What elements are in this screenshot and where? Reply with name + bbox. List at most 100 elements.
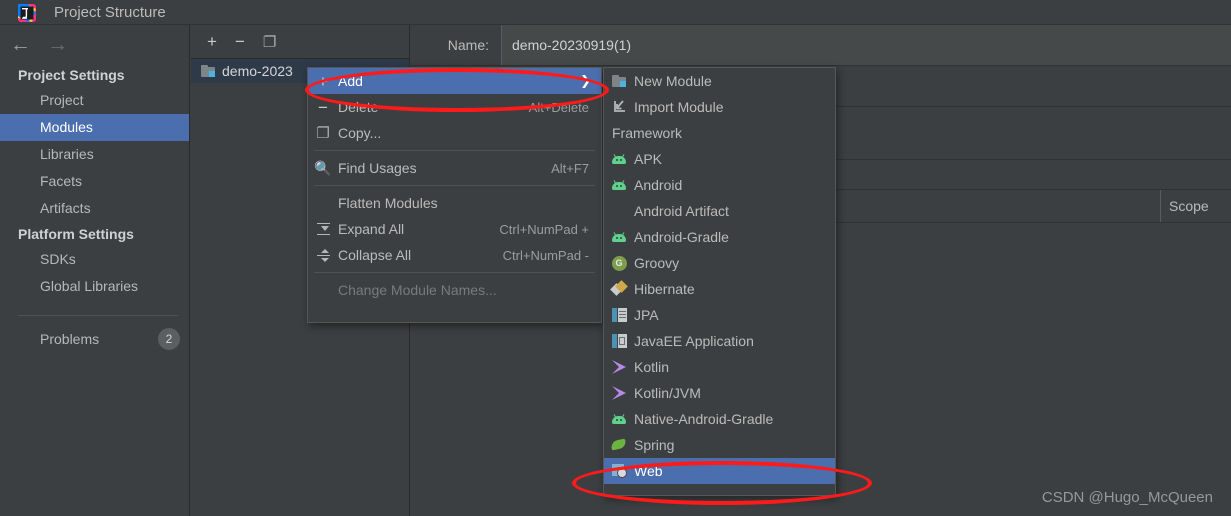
menu-item-change-module-names: Change Module Names...	[308, 277, 601, 303]
submenu-item-label: Android Artifact	[634, 203, 729, 219]
menu-item-shortcut: Ctrl+NumPad -	[502, 247, 589, 263]
android-icon	[604, 413, 634, 425]
menu-item-label: Delete	[338, 99, 379, 115]
menu-separator	[314, 272, 595, 273]
jpa-icon	[604, 308, 634, 322]
problems-count-badge: 2	[158, 328, 180, 350]
submenu-item-label: Import Module	[634, 99, 724, 115]
menu-item-expand-all[interactable]: Expand All Ctrl+NumPad +	[308, 216, 601, 242]
add-submenu: New Module Import Module Framework APK A…	[603, 67, 836, 496]
submenu-item-spring[interactable]: Spring	[604, 432, 835, 458]
modules-toolbar: + − ❐	[191, 25, 410, 58]
minus-icon: −	[318, 97, 328, 117]
submenu-item-web[interactable]: Web	[604, 458, 835, 484]
menu-item-label: Collapse All	[338, 247, 412, 263]
submenu-item-hibernate[interactable]: Hibernate	[604, 276, 835, 302]
tree-node-label: demo-2023	[222, 63, 293, 79]
submenu-item-import-module[interactable]: Import Module	[604, 94, 835, 120]
menu-item-collapse-all[interactable]: Collapse All Ctrl+NumPad -	[308, 242, 601, 268]
sidebar-item-global-libraries[interactable]: Global Libraries	[0, 273, 190, 300]
menu-item-label: Flatten Modules	[338, 195, 438, 211]
copy-module-button[interactable]: ❐	[263, 33, 276, 51]
android-icon	[604, 153, 634, 165]
menu-item-label: Add	[338, 73, 363, 89]
sidebar-divider	[18, 315, 178, 316]
submenu-item-javaee-application[interactable]: JavaEE Application	[604, 328, 835, 354]
menu-item-delete[interactable]: − Delete Alt+Delete	[308, 94, 601, 120]
sidebar-nav-bar: ← →	[0, 25, 190, 63]
submenu-item-label: Groovy	[634, 255, 680, 271]
submenu-item-kotlin[interactable]: Kotlin	[604, 354, 835, 380]
submenu-item-jpa[interactable]: JPA	[604, 302, 835, 328]
menu-item-flatten-modules[interactable]: Flatten Modules	[308, 190, 601, 216]
javaee-icon	[604, 334, 634, 348]
submenu-item-label: Android	[634, 177, 683, 193]
sidebar-group-project-settings: Project Settings	[18, 67, 125, 83]
submenu-header-framework: Framework	[612, 125, 683, 141]
window-title-bar: Project Structure	[0, 0, 1231, 25]
module-folder-icon	[201, 64, 216, 78]
menu-item-label: Find Usages	[338, 160, 417, 176]
submenu-item-label: Spring	[634, 437, 675, 453]
submenu-item-apk[interactable]: APK	[604, 146, 835, 172]
menu-separator	[314, 185, 595, 186]
table-column-scope[interactable]: Scope	[1161, 198, 1231, 214]
add-module-button[interactable]: +	[207, 33, 217, 50]
kotlin-icon	[604, 360, 634, 374]
submenu-item-label: Kotlin	[634, 359, 670, 375]
sidebar-right-edge	[189, 25, 190, 516]
android-icon	[604, 231, 634, 243]
module-folder-icon	[604, 74, 634, 88]
submenu-item-label: Kotlin/JVM	[634, 385, 701, 401]
sidebar-item-sdks[interactable]: SDKs	[0, 246, 190, 273]
menu-item-label: Copy...	[338, 125, 382, 141]
sidebar-item-artifacts[interactable]: Artifacts	[0, 195, 190, 222]
menu-item-shortcut: Alt+F7	[551, 160, 589, 176]
remove-module-button[interactable]: −	[235, 33, 245, 50]
module-context-menu: + Add ❯ − Delete Alt+Delete ❐ Copy... 🔍 …	[307, 67, 602, 323]
sidebar-item-facets[interactable]: Facets	[0, 168, 190, 195]
copy-icon: ❐	[316, 125, 330, 142]
sidebar-item-project[interactable]: Project	[0, 87, 190, 114]
expand-all-icon	[308, 222, 338, 236]
submenu-item-android-artifact[interactable]: Android Artifact	[604, 198, 835, 224]
sidebar-group-platform-settings: Platform Settings	[18, 226, 134, 242]
web-icon	[604, 464, 634, 478]
submenu-item-native-android-gradle[interactable]: Native-Android-Gradle	[604, 406, 835, 432]
menu-item-shortcut: Alt+Delete	[528, 99, 589, 115]
kotlin-icon	[604, 386, 634, 400]
spring-icon	[604, 438, 634, 451]
sidebar-item-problems[interactable]: Problems 2	[0, 324, 190, 354]
submenu-item-label: Native-Android-Gradle	[634, 411, 774, 427]
watermark-text: CSDN @Hugo_McQueen	[1041, 489, 1213, 506]
groovy-icon: G	[604, 255, 634, 271]
submenu-item-android[interactable]: Android	[604, 172, 835, 198]
menu-item-copy[interactable]: ❐ Copy...	[308, 120, 601, 146]
android-icon	[604, 179, 634, 191]
sidebar-item-modules[interactable]: Modules	[0, 114, 190, 141]
menu-item-add[interactable]: + Add ❯	[308, 68, 601, 94]
submenu-item-android-gradle[interactable]: Android-Gradle	[604, 224, 835, 250]
submenu-item-label: JPA	[634, 307, 659, 323]
submenu-item-label: Hibernate	[634, 281, 695, 297]
submenu-item-kotlin-jvm[interactable]: Kotlin/JVM	[604, 380, 835, 406]
arrow-left-icon[interactable]: ←	[10, 34, 31, 55]
submenu-item-label: JavaEE Application	[634, 333, 754, 349]
menu-item-find-usages[interactable]: 🔍 Find Usages Alt+F7	[308, 155, 601, 181]
plus-icon: +	[318, 71, 328, 91]
module-name-input[interactable]: demo-20230919(1)	[501, 25, 1231, 65]
module-name-row: Name: demo-20230919(1)	[411, 25, 1231, 65]
submenu-item-groovy[interactable]: G Groovy	[604, 250, 835, 276]
submenu-item-new-module[interactable]: New Module	[604, 68, 835, 94]
settings-sidebar: ← → Project Settings Project Modules Lib…	[0, 25, 190, 516]
chevron-right-icon: ❯	[580, 73, 591, 88]
menu-item-label: Expand All	[338, 221, 405, 237]
arrow-right-icon[interactable]: →	[47, 34, 68, 55]
menu-item-shortcut: Ctrl+NumPad +	[499, 221, 589, 237]
search-icon: 🔍	[314, 159, 332, 176]
hibernate-icon	[604, 280, 634, 296]
import-module-icon	[604, 100, 634, 114]
submenu-item-label: Web	[634, 463, 663, 479]
submenu-item-label: Android-Gradle	[634, 229, 729, 245]
sidebar-item-libraries[interactable]: Libraries	[0, 141, 190, 168]
